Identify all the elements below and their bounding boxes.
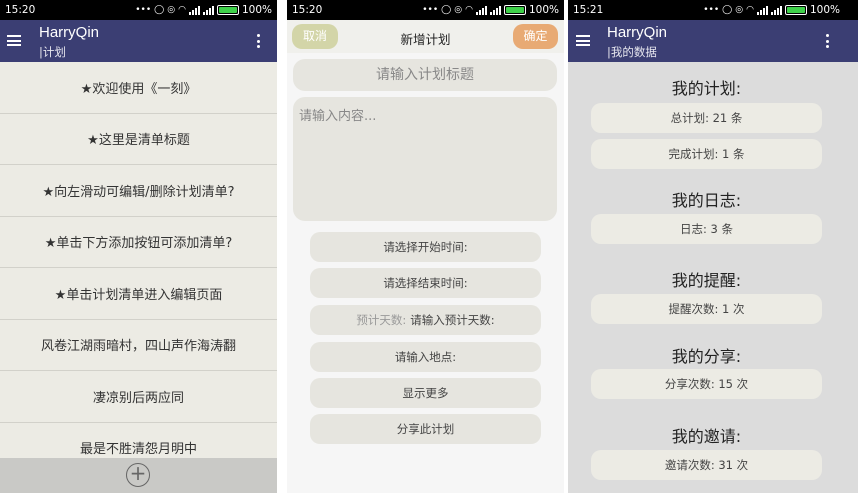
plan-list: ★欢迎使用《一刻》 ★这里是清单标题 ★向左滑动可编辑/删除计划清单? ★单击下… [0, 62, 277, 474]
my-data-screen: 15:21 ••• ◯ ◎ ◠ 100% HarryQin |我的数据 我的计划… [568, 0, 858, 493]
alarm-icon: ◯ [441, 5, 452, 15]
battery-level: 100% [528, 4, 559, 16]
status-time: 15:21 [573, 4, 604, 16]
page-subtitle: |计划 [39, 45, 66, 59]
invite-section-title: 我的邀请: [671, 427, 742, 446]
remind-section-title: 我的提醒: [671, 271, 742, 290]
silent-icon: ◎ [735, 5, 744, 15]
overflow-menu-icon[interactable] [257, 34, 261, 48]
battery-icon [784, 5, 807, 15]
app-bar: HarryQin |我的数据 [568, 20, 858, 62]
plan-title-input[interactable]: 请输入计划标题 [293, 59, 557, 91]
list-item[interactable]: ★单击下方添加按钮可添加清单? [0, 217, 277, 268]
battery-icon [216, 5, 239, 15]
estimated-days-input[interactable]: 预计天数: 请输入预计天数: [310, 305, 541, 335]
battery-level: 100% [809, 4, 840, 16]
start-time-picker[interactable]: 请选择开始时间: [310, 232, 541, 262]
silent-icon: ◎ [454, 5, 463, 15]
app-title: HarryQin [39, 24, 100, 41]
wifi-icon: ◠ [465, 5, 473, 15]
status-bar: 15:20 ••• ◯ ◎ ◠ 100% [0, 0, 277, 20]
alarm-icon: ◯ [154, 5, 165, 15]
estimated-days-label: 请输入预计天数: [410, 313, 495, 327]
silent-icon: ◎ [167, 5, 176, 15]
app-title: HarryQin [607, 24, 668, 41]
battery-level: 100% [241, 4, 272, 16]
invite-count-stat: 邀请次数: 31 次 [591, 450, 822, 480]
battery-icon [503, 5, 526, 15]
signal-2-icon [202, 5, 214, 15]
share-section-title: 我的分享: [671, 347, 742, 366]
status-time: 15:20 [292, 4, 323, 16]
show-more-button[interactable]: 显示更多 [310, 378, 541, 408]
bottom-bar: + [0, 458, 277, 493]
log-section-title: 我的日志: [671, 191, 742, 210]
signal-icon [475, 5, 487, 15]
plan-content-input[interactable]: 请输入内容... [293, 97, 557, 221]
share-plan-button[interactable]: 分享此计划 [310, 414, 541, 444]
notification-dots-icon: ••• [703, 5, 720, 15]
remind-count-stat: 提醒次数: 1 次 [591, 294, 822, 324]
confirm-button[interactable]: 确定 [513, 24, 558, 49]
overflow-menu-icon[interactable] [826, 34, 830, 48]
location-input[interactable]: 请输入地点: [310, 342, 541, 372]
add-plan-button[interactable]: + [126, 463, 150, 487]
wifi-icon: ◠ [178, 5, 186, 15]
end-time-picker[interactable]: 请选择结束时间: [310, 268, 541, 298]
signal-icon [188, 5, 200, 15]
notification-dots-icon: ••• [422, 5, 439, 15]
signal-2-icon [770, 5, 782, 15]
form-header: 取消 新增计划 确定 [287, 20, 564, 53]
list-item[interactable]: 凄凉别后两应同 [0, 371, 277, 423]
signal-2-icon [489, 5, 501, 15]
share-count-stat: 分享次数: 15 次 [591, 369, 822, 399]
status-bar: 15:20 ••• ◯ ◎ ◠ 100% [287, 0, 564, 20]
status-time: 15:20 [5, 4, 36, 16]
app-bar: HarryQin |计划 [0, 20, 277, 62]
plan-section-title: 我的计划: [671, 79, 742, 98]
list-item[interactable]: ★单击计划清单进入编辑页面 [0, 268, 277, 320]
list-item[interactable]: ★欢迎使用《一刻》 [0, 62, 277, 114]
notification-dots-icon: ••• [135, 5, 152, 15]
estimated-days-hint: 预计天数: [356, 313, 407, 327]
list-item[interactable]: 风卷江湖雨暗村，四山声作海涛翻 [0, 320, 277, 371]
list-item[interactable]: ★向左滑动可编辑/删除计划清单? [0, 165, 277, 217]
hamburger-menu-icon[interactable] [576, 35, 590, 46]
plan-done-stat: 完成计划: 1 条 [591, 139, 822, 169]
hamburger-menu-icon[interactable] [7, 35, 21, 46]
plan-total-stat: 总计划: 21 条 [591, 103, 822, 133]
list-item[interactable]: ★这里是清单标题 [0, 114, 277, 165]
log-count-stat: 日志: 3 条 [591, 214, 822, 244]
status-bar: 15:21 ••• ◯ ◎ ◠ 100% [568, 0, 858, 20]
new-plan-screen: 15:20 ••• ◯ ◎ ◠ 100% 取消 新增计划 确定 请输入计划标题 … [287, 0, 564, 493]
alarm-icon: ◯ [722, 5, 733, 15]
plan-list-screen: 15:20 ••• ◯ ◎ ◠ 100% HarryQin |计划 ★欢迎使用《… [0, 0, 277, 493]
page-subtitle: |我的数据 [607, 45, 657, 59]
signal-icon [756, 5, 768, 15]
wifi-icon: ◠ [746, 5, 754, 15]
